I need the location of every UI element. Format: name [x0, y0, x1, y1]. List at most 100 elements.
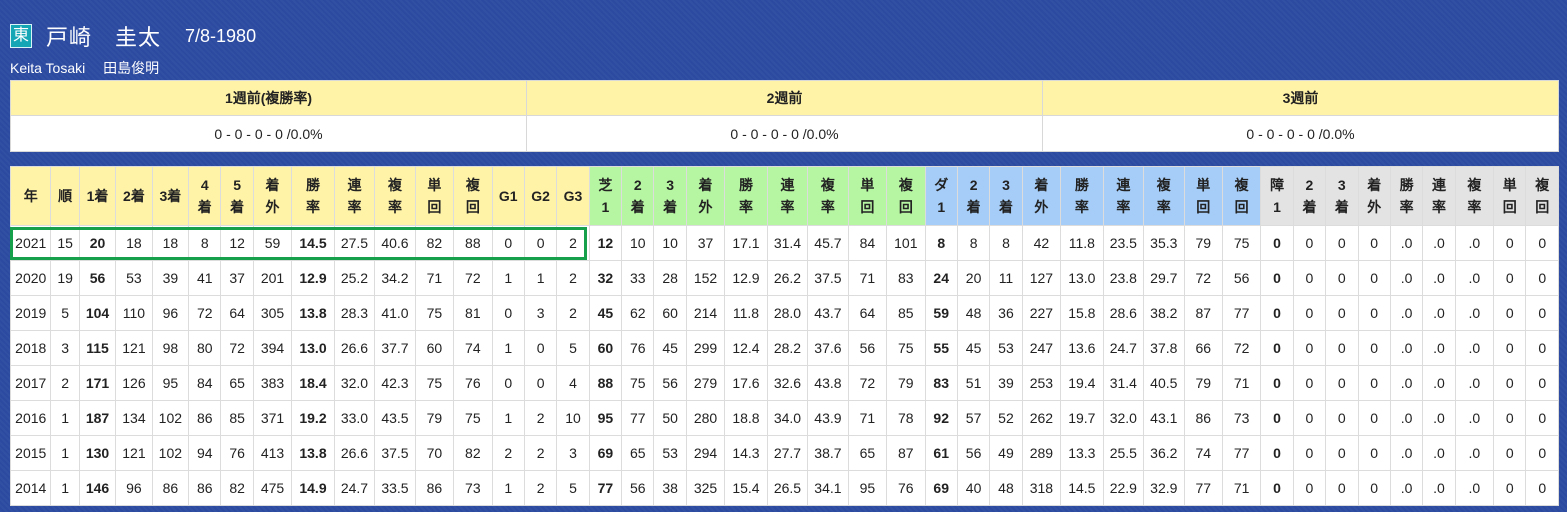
stats-header-text: 3: [1002, 177, 1010, 193]
stats-cell: 50: [653, 400, 687, 436]
stats-header-text: 単: [860, 177, 875, 193]
stats-header-text: 複: [387, 177, 402, 193]
yearly-stats-table: 年順 1着 2着 3着 4 着 5 着着外勝率連率複率単回複回 G1 G2 G3 芝 1 2 着 3 着着外勝率…: [9, 166, 1559, 506]
stats-header-cell[interactable]: 勝率: [291, 166, 335, 226]
stats-header-cell[interactable]: G2: [523, 166, 558, 226]
stats-cell: 371: [252, 400, 293, 436]
stats-header-cell[interactable]: 連率: [1102, 166, 1145, 226]
stats-cell: 3: [50, 330, 80, 366]
stats-header-cell[interactable]: 単回: [414, 166, 455, 226]
stats-cell: 72: [188, 295, 222, 331]
stats-header-cell[interactable]: 着外: [1021, 166, 1062, 226]
stats-header-cell[interactable]: 連率: [333, 166, 376, 226]
stats-header-cell[interactable]: 2着: [115, 166, 153, 226]
stats-cell: 2: [523, 400, 558, 436]
stats-cell: 152: [685, 260, 726, 296]
stats-cell: 32.6: [766, 365, 809, 401]
stats-cell[interactable]: 2015: [9, 435, 52, 471]
stats-header-cell[interactable]: 5着: [220, 166, 254, 226]
stats-cell[interactable]: 2020: [9, 260, 52, 296]
stats-cell: 2: [50, 365, 80, 401]
stats-cell: 48: [989, 470, 1023, 506]
stats-cell: 73: [453, 470, 493, 506]
stats-header-text: 1: [937, 199, 946, 215]
stats-cell: 475: [252, 470, 293, 506]
stats-cell: 12: [588, 225, 623, 261]
stats-header-cell[interactable]: 3着: [1325, 166, 1359, 226]
stats-header-cell[interactable]: 2着: [621, 166, 655, 226]
stats-cell: 95: [588, 400, 623, 436]
stats-header-cell[interactable]: 着外: [252, 166, 293, 226]
stats-header-cell[interactable]: 順: [50, 166, 80, 226]
stats-header-cell[interactable]: 障1: [1260, 166, 1294, 226]
stats-header-cell[interactable]: 連率: [1422, 166, 1456, 226]
stats-header-cell[interactable]: 着外: [1357, 166, 1391, 226]
stats-body: 2021 15 20 18 18 8 12 59 14.5 27.5 40.6 82 88 0 0 2 12 10…: [9, 225, 1559, 506]
stats-cell: 18: [115, 225, 153, 261]
trainer-name[interactable]: 田島俊明: [103, 60, 159, 76]
stats-header-cell[interactable]: 複率: [374, 166, 416, 226]
stats-cell: 0: [1292, 365, 1327, 401]
stats-header-cell[interactable]: 勝率: [1060, 166, 1104, 226]
stats-header-cell[interactable]: 複回: [453, 166, 493, 226]
stats-header-cell[interactable]: 複率: [807, 166, 849, 226]
stats-header-cell[interactable]: 2着: [956, 166, 991, 226]
stats-header-cell[interactable]: 複回: [1221, 166, 1262, 226]
stats-header-cell[interactable]: 1着: [78, 166, 117, 226]
stats-header-cell[interactable]: G3: [556, 166, 590, 226]
stats-cell: 33: [621, 260, 655, 296]
stats-header-cell[interactable]: 勝率: [1389, 166, 1424, 226]
stats-cell: 19.4: [1060, 365, 1104, 401]
stats-cell: 41: [188, 260, 222, 296]
stats-cell: 66: [1183, 330, 1223, 366]
stats-cell: 121: [115, 435, 153, 471]
stats-cell: .0: [1422, 225, 1456, 261]
stats-header-cell[interactable]: 単回: [1493, 166, 1527, 226]
stats-header-text: 勝: [305, 177, 320, 193]
stats-header-cell[interactable]: 複回: [886, 166, 926, 226]
stats-cell: .0: [1454, 365, 1495, 401]
stats-header-cell[interactable]: G1: [491, 166, 525, 226]
stats-header-cell[interactable]: 着外: [685, 166, 726, 226]
stats-cell[interactable]: 2018: [9, 330, 52, 366]
stats-header-text: 回: [1196, 199, 1211, 215]
stats-cell[interactable]: 2017: [9, 365, 52, 401]
stats-header-cell[interactable]: 連率: [766, 166, 809, 226]
stats-header-cell[interactable]: 芝1: [588, 166, 623, 226]
stats-header-text: 勝: [738, 177, 753, 193]
stats-header-text: 複: [1234, 177, 1249, 193]
stats-cell: 294: [685, 435, 726, 471]
stats-header-cell[interactable]: 3着: [151, 166, 190, 226]
stats-cell: 32.0: [1102, 400, 1145, 436]
stats-header-text: 障: [1270, 177, 1285, 193]
stats-cell: 110: [115, 295, 153, 331]
stats-header-text: 勝: [1074, 177, 1089, 193]
stats-cell: 0: [523, 365, 558, 401]
stats-header-cell[interactable]: 複回: [1525, 166, 1559, 226]
stats-cell[interactable]: 2019: [9, 295, 52, 331]
stats-header-cell[interactable]: 単回: [1183, 166, 1223, 226]
stats-header-text: 着: [1034, 177, 1049, 193]
stats-cell: 27.7: [766, 435, 809, 471]
stats-cell: 12.9: [291, 260, 335, 296]
stats-header-cell[interactable]: 年: [9, 166, 52, 226]
stats-header-cell[interactable]: 2着: [1292, 166, 1327, 226]
stats-header-cell[interactable]: 複率: [1454, 166, 1495, 226]
stats-cell: 38.7: [807, 435, 849, 471]
stats-cell[interactable]: 2014: [9, 470, 52, 506]
stats-cell[interactable]: 2016: [9, 400, 52, 436]
stats-header-cell[interactable]: ダ1: [924, 166, 958, 226]
stats-cell: 41.0: [374, 295, 416, 331]
stats-header-cell[interactable]: 複率: [1143, 166, 1185, 226]
stats-header-cell[interactable]: 3着: [989, 166, 1023, 226]
stats-cell: 0: [1260, 295, 1294, 331]
stats-cell: 34.0: [766, 400, 809, 436]
stats-header-cell[interactable]: 3着: [653, 166, 687, 226]
stats-cell: 0: [491, 365, 525, 401]
stats-cell[interactable]: 2021: [9, 225, 52, 261]
stats-header-cell[interactable]: 単回: [847, 166, 888, 226]
stats-header-cell[interactable]: 4着: [188, 166, 222, 226]
stats-header-text: 複: [1156, 177, 1171, 193]
stats-cell: 81: [453, 295, 493, 331]
stats-header-cell[interactable]: 勝率: [724, 166, 768, 226]
